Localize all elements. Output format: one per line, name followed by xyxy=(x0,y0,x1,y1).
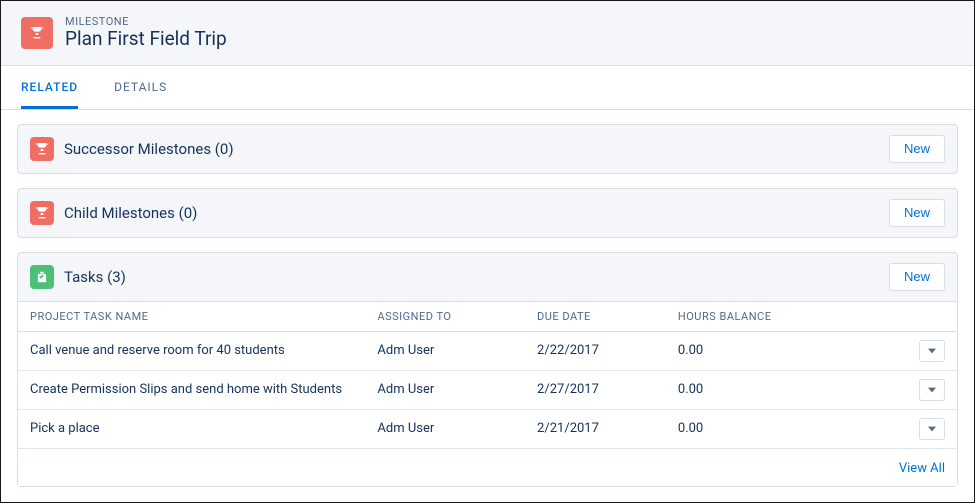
task-name-link[interactable]: Pick a place xyxy=(18,409,365,448)
tab-related[interactable]: RELATED xyxy=(21,66,78,109)
assigned-to-link[interactable]: Adm User xyxy=(365,370,525,409)
tab-details[interactable]: DETAILS xyxy=(114,66,167,109)
successor-milestones-card: Successor Milestones (0) New xyxy=(17,124,958,174)
col-task-name: PROJECT TASK NAME xyxy=(18,301,365,331)
child-title: Child Milestones (0) xyxy=(64,204,889,222)
new-child-button[interactable]: New xyxy=(889,199,945,227)
tab-bar: RELATED DETAILS xyxy=(1,66,974,110)
task-name-link[interactable]: Call venue and reserve room for 40 stude… xyxy=(18,331,365,370)
row-action-menu[interactable] xyxy=(919,379,945,401)
successor-title: Successor Milestones (0) xyxy=(64,140,889,158)
trophy-icon xyxy=(30,201,54,225)
task-name-link[interactable]: Create Permission Slips and send home wi… xyxy=(18,370,365,409)
due-date: 2/27/2017 xyxy=(525,370,666,409)
due-date: 2/21/2017 xyxy=(525,409,666,448)
trophy-icon xyxy=(30,137,54,161)
table-row: Call venue and reserve room for 40 stude… xyxy=(18,331,957,370)
hours-balance: 0.00 xyxy=(666,370,891,409)
milestone-icon xyxy=(21,17,53,49)
col-due-date: DUE DATE xyxy=(525,301,666,331)
page-title: Plan First Field Trip xyxy=(65,28,227,51)
tasks-footer: View All xyxy=(18,449,957,486)
new-successor-button[interactable]: New xyxy=(889,135,945,163)
related-content: Successor Milestones (0) New Child Miles… xyxy=(1,110,974,487)
tasks-title: Tasks (3) xyxy=(64,268,889,286)
tasks-card: Tasks (3) New PROJECT TASK NAME ASSIGNED… xyxy=(17,252,958,487)
table-row: Create Permission Slips and send home wi… xyxy=(18,370,957,409)
record-header: MILESTONE Plan First Field Trip xyxy=(1,1,974,66)
task-icon xyxy=(30,265,54,289)
due-date: 2/22/2017 xyxy=(525,331,666,370)
row-action-menu[interactable] xyxy=(919,418,945,440)
col-assigned-to: ASSIGNED TO xyxy=(365,301,525,331)
hours-balance: 0.00 xyxy=(666,409,891,448)
row-action-menu[interactable] xyxy=(919,340,945,362)
view-all-link[interactable]: View All xyxy=(899,461,945,476)
child-milestones-card: Child Milestones (0) New xyxy=(17,188,958,238)
assigned-to-link[interactable]: Adm User xyxy=(365,331,525,370)
assigned-to-link[interactable]: Adm User xyxy=(365,409,525,448)
new-task-button[interactable]: New xyxy=(889,263,945,291)
hours-balance: 0.00 xyxy=(666,331,891,370)
app-frame: MILESTONE Plan First Field Trip RELATED … xyxy=(0,0,975,503)
table-row: Pick a place Adm User 2/21/2017 0.00 xyxy=(18,409,957,448)
col-hours-balance: HOURS BALANCE xyxy=(666,301,891,331)
tasks-table: PROJECT TASK NAME ASSIGNED TO DUE DATE H… xyxy=(18,301,957,449)
